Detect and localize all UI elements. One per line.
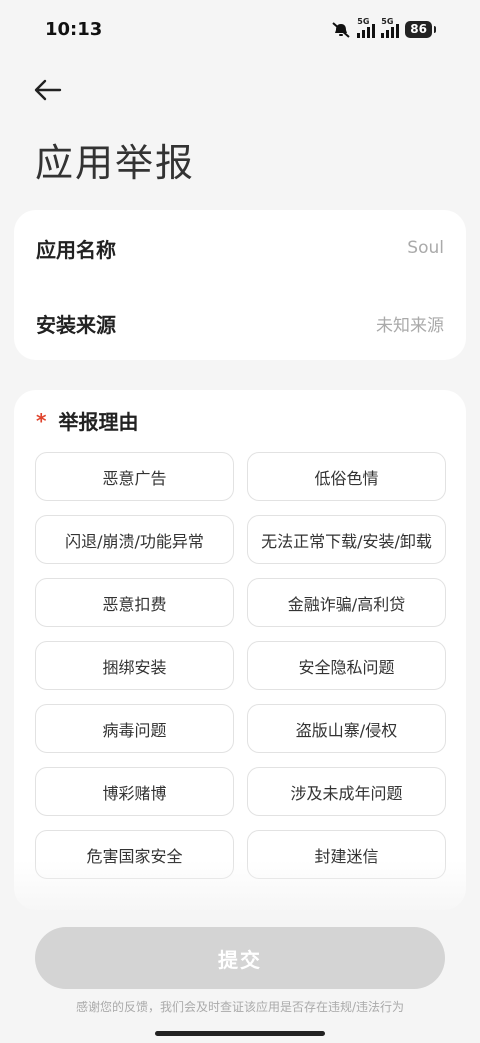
- battery-level: 86: [405, 21, 432, 38]
- reason-option[interactable]: 安全隐私问题: [247, 641, 446, 690]
- reason-option[interactable]: 博彩赌博: [35, 767, 234, 816]
- signal-strength-icon-1: 5G: [357, 17, 376, 38]
- app-name-value: Soul: [407, 238, 444, 258]
- mute-vibrate-icon: [332, 21, 350, 38]
- status-bar: 10:13 5G 5G 86: [0, 0, 480, 60]
- back-button[interactable]: [30, 74, 66, 106]
- arrow-left-icon: [34, 79, 62, 101]
- reason-option[interactable]: 盗版山寨/侵权: [247, 704, 446, 753]
- network-type-2: 5G: [381, 16, 394, 26]
- app-report-screen: 10:13 5G 5G 86 应用举报 应用名称 Soul 安装来源 未知来源 …: [0, 0, 480, 1043]
- reason-option[interactable]: 金融诈骗/高利贷: [247, 578, 446, 627]
- reason-title: 举报理由: [58, 410, 139, 434]
- install-source-row: 安装来源 未知来源: [14, 293, 466, 353]
- app-name-label: 应用名称: [36, 237, 116, 262]
- app-info-card: 应用名称 Soul 安装来源 未知来源: [14, 210, 466, 360]
- reason-option[interactable]: 低俗色情: [247, 452, 446, 501]
- home-indicator[interactable]: [155, 1031, 325, 1036]
- reason-options-grid: 恶意广告 低俗色情 闪退/崩溃/功能异常 无法正常下载/安装/卸载 恶意扣费 金…: [35, 452, 446, 879]
- reason-option[interactable]: 病毒问题: [35, 704, 234, 753]
- network-type-1: 5G: [357, 16, 370, 26]
- scroll-fade-overlay: [0, 860, 480, 920]
- report-reason-card: * 举报理由 恶意广告 低俗色情 闪退/崩溃/功能异常 无法正常下载/安装/卸载…: [14, 390, 466, 910]
- install-source-value: 未知来源: [376, 315, 444, 336]
- battery-tip: [434, 26, 436, 33]
- reason-option[interactable]: 涉及未成年问题: [247, 767, 446, 816]
- status-icons: 5G 5G 86: [331, 17, 436, 38]
- status-time: 10:13: [45, 19, 103, 40]
- reason-header: * 举报理由: [36, 406, 138, 435]
- signal-strength-icon-2: 5G: [381, 17, 400, 38]
- reason-option[interactable]: 无法正常下载/安装/卸载: [247, 515, 446, 564]
- required-marker: *: [36, 408, 47, 433]
- submit-button[interactable]: 提交: [35, 927, 445, 989]
- page-title: 应用举报: [35, 141, 196, 185]
- reason-option[interactable]: 闪退/崩溃/功能异常: [35, 515, 234, 564]
- app-name-row: 应用名称 Soul: [14, 218, 466, 278]
- feedback-note: 感谢您的反馈，我们会及时查证该应用是否存在违规/违法行为: [75, 1000, 405, 1014]
- install-source-label: 安装来源: [36, 312, 116, 337]
- reason-option[interactable]: 恶意广告: [35, 452, 234, 501]
- reason-option[interactable]: 恶意扣费: [35, 578, 234, 627]
- reason-option[interactable]: 捆绑安装: [35, 641, 234, 690]
